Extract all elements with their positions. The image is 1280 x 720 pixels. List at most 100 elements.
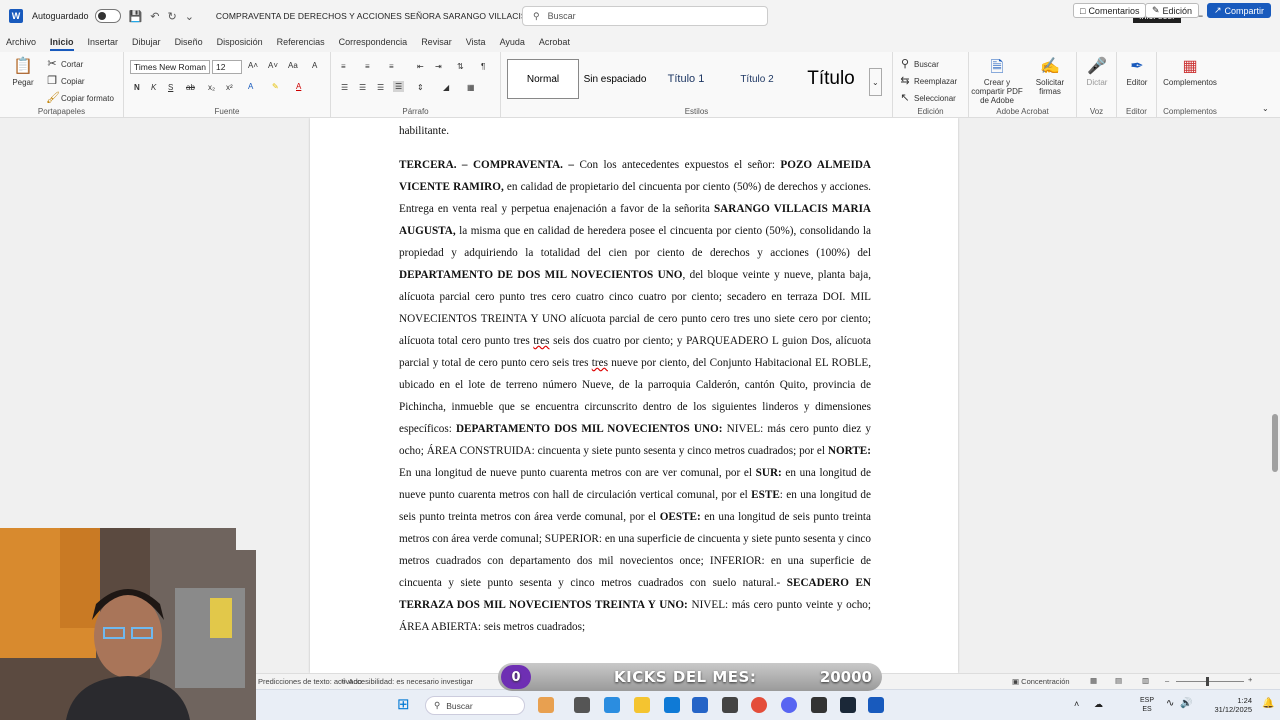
tab-correspondencia[interactable]: Correspondencia bbox=[339, 37, 408, 47]
cut-button[interactable]: ✂ Cortar bbox=[46, 58, 83, 70]
autosave-toggle[interactable] bbox=[94, 9, 121, 23]
style-normal[interactable]: Normal bbox=[507, 59, 579, 99]
search-input[interactable]: ⚲ Buscar bbox=[522, 6, 768, 26]
notification-icon[interactable]: 🔔 bbox=[1262, 698, 1274, 709]
tray-app-icon[interactable]: ☁ bbox=[1094, 699, 1103, 710]
focus-button[interactable]: ▣ Concentración bbox=[1012, 677, 1070, 686]
edge-icon[interactable] bbox=[664, 697, 680, 713]
underline-icon[interactable]: S bbox=[168, 83, 173, 92]
font-family-select[interactable]: Times New Roman bbox=[130, 60, 210, 74]
save-icon[interactable]: 💾 bbox=[129, 10, 143, 23]
task-view-icon[interactable] bbox=[574, 697, 590, 713]
print-layout-icon[interactable]: ▤ bbox=[1115, 676, 1122, 685]
undo-icon[interactable]: ↶ bbox=[150, 10, 159, 23]
shading-icon[interactable]: ◢ bbox=[443, 83, 449, 92]
tab-disposicion[interactable]: Disposición bbox=[217, 37, 263, 47]
share-button[interactable]: ↗ Compartir bbox=[1207, 3, 1272, 18]
spelling-error[interactable]: tres bbox=[592, 357, 608, 369]
tab-ayuda[interactable]: Ayuda bbox=[500, 37, 525, 47]
copilot-icon[interactable] bbox=[604, 697, 620, 713]
style-heading-2[interactable]: Título 2 bbox=[723, 59, 791, 99]
store-icon[interactable] bbox=[692, 697, 708, 713]
editing-mode-button[interactable]: ✎ Edición bbox=[1145, 3, 1200, 18]
request-signatures-button[interactable]: ✍ Solicitar firmas bbox=[1025, 56, 1075, 104]
system-clock[interactable]: 1:24 31/12/2025 bbox=[1214, 696, 1252, 714]
strikethrough-icon[interactable]: ab bbox=[186, 83, 195, 92]
sort-icon[interactable]: ⇅ bbox=[457, 62, 464, 71]
numbering-icon[interactable]: ≡ bbox=[365, 62, 370, 71]
align-right-icon[interactable]: ☰ bbox=[377, 83, 384, 92]
document-body[interactable]: habilitante. TERCERA. – COMPRAVENTA. – C… bbox=[399, 120, 871, 638]
tab-dibujar[interactable]: Dibujar bbox=[132, 37, 161, 47]
tab-acrobat[interactable]: Acrobat bbox=[539, 37, 570, 47]
text-effects-icon[interactable]: A bbox=[248, 82, 253, 91]
zoom-out-icon[interactable]: – bbox=[1165, 676, 1169, 685]
zoom-in-icon[interactable]: + bbox=[1248, 675, 1252, 684]
read-mode-icon[interactable]: ▦ bbox=[1090, 676, 1097, 685]
scrollbar-thumb[interactable] bbox=[1272, 414, 1278, 472]
change-case-icon[interactable]: Aa bbox=[288, 61, 298, 70]
editor-button[interactable]: ✒ Editor bbox=[1117, 56, 1157, 104]
zoom-slider-thumb[interactable] bbox=[1206, 677, 1209, 686]
web-layout-icon[interactable]: ▥ bbox=[1142, 676, 1149, 685]
replace-button[interactable]: ⇆ Reemplazar bbox=[899, 75, 957, 87]
tab-vista[interactable]: Vista bbox=[466, 37, 486, 47]
chrome-icon[interactable] bbox=[751, 697, 767, 713]
language-indicator[interactable]: ESP ES bbox=[1140, 696, 1154, 714]
vertical-scrollbar[interactable] bbox=[1270, 118, 1280, 673]
style-title[interactable]: Título bbox=[797, 59, 865, 99]
copy-button[interactable]: ❐ Copiar bbox=[46, 75, 85, 87]
tab-insertar[interactable]: Insertar bbox=[88, 37, 119, 47]
styles-more-icon[interactable]: ⌄ bbox=[869, 68, 882, 96]
widgets-icon[interactable] bbox=[538, 697, 554, 713]
borders-icon[interactable]: ▦ bbox=[467, 83, 475, 92]
obs-icon[interactable] bbox=[811, 697, 827, 713]
format-painter-button[interactable]: 🖌 Copiar formato bbox=[46, 92, 114, 104]
justify-icon[interactable]: ☰ bbox=[393, 81, 405, 92]
start-icon[interactable]: ⊞ bbox=[397, 697, 413, 713]
select-button[interactable]: ↖ Seleccionar bbox=[899, 92, 955, 104]
font-color-icon[interactable]: A bbox=[296, 82, 301, 91]
bullets-icon[interactable]: ≡ bbox=[341, 62, 346, 71]
bold-icon[interactable]: N bbox=[134, 83, 140, 92]
style-no-spacing[interactable]: Sin espaciado bbox=[581, 59, 649, 99]
font-size-select[interactable]: 12 bbox=[212, 60, 242, 74]
volume-icon[interactable]: 🔊 bbox=[1180, 698, 1192, 709]
shrink-font-icon[interactable]: A˅ bbox=[268, 61, 278, 70]
align-left-icon[interactable]: ☰ bbox=[341, 83, 348, 92]
create-pdf-button[interactable]: 🗎 Crear y compartir PDF de Adobe bbox=[971, 56, 1023, 105]
grow-font-icon[interactable]: A˄ bbox=[248, 61, 258, 70]
word-taskbar-icon[interactable] bbox=[868, 697, 884, 713]
superscript-icon[interactable]: x² bbox=[226, 83, 233, 92]
wifi-icon[interactable]: ∿ bbox=[1166, 698, 1174, 709]
steam-icon[interactable] bbox=[840, 697, 856, 713]
multilevel-list-icon[interactable]: ≡ bbox=[389, 62, 394, 71]
tab-inicio[interactable]: Inicio bbox=[50, 37, 74, 51]
discord-icon[interactable] bbox=[781, 697, 797, 713]
comments-button[interactable]: □ Comentarios bbox=[1073, 3, 1147, 18]
spelling-error[interactable]: tres bbox=[533, 335, 549, 347]
style-heading-1[interactable]: Título 1 bbox=[653, 59, 719, 99]
document-page[interactable]: habilitante. TERCERA. – COMPRAVENTA. – C… bbox=[310, 118, 958, 673]
ribbon-collapse-icon[interactable]: ⌄ bbox=[1262, 104, 1269, 113]
subscript-icon[interactable]: x₂ bbox=[208, 83, 215, 92]
tab-revisar[interactable]: Revisar bbox=[421, 37, 452, 47]
customize-chevron-icon[interactable]: ⌄ bbox=[185, 10, 194, 23]
tray-chevron-icon[interactable]: ˄ bbox=[1074, 699, 1079, 709]
accessibility-status[interactable]: ⚛ Accesibilidad: es necesario investigar bbox=[340, 677, 473, 686]
align-center-icon[interactable]: ☰ bbox=[359, 83, 366, 92]
app-icon[interactable] bbox=[722, 697, 738, 713]
tab-referencias[interactable]: Referencias bbox=[277, 37, 325, 47]
file-explorer-icon[interactable] bbox=[634, 697, 650, 713]
clear-format-icon[interactable]: A bbox=[312, 61, 317, 70]
pilcrow-icon[interactable]: ¶ bbox=[481, 62, 485, 71]
paste-button[interactable]: 📋 Pegar bbox=[4, 56, 42, 104]
highlight-icon[interactable]: ✎ bbox=[272, 82, 279, 91]
italic-icon[interactable]: K bbox=[151, 83, 156, 92]
taskbar-search[interactable]: ⚲ Buscar bbox=[425, 696, 525, 715]
dictate-button[interactable]: 🎤 Dictar bbox=[1077, 56, 1117, 104]
increase-indent-icon[interactable]: ⇥ bbox=[435, 62, 442, 71]
decrease-indent-icon[interactable]: ⇤ bbox=[417, 62, 424, 71]
find-button[interactable]: ⚲ Buscar bbox=[899, 58, 939, 70]
tab-diseno[interactable]: Diseño bbox=[175, 37, 203, 47]
